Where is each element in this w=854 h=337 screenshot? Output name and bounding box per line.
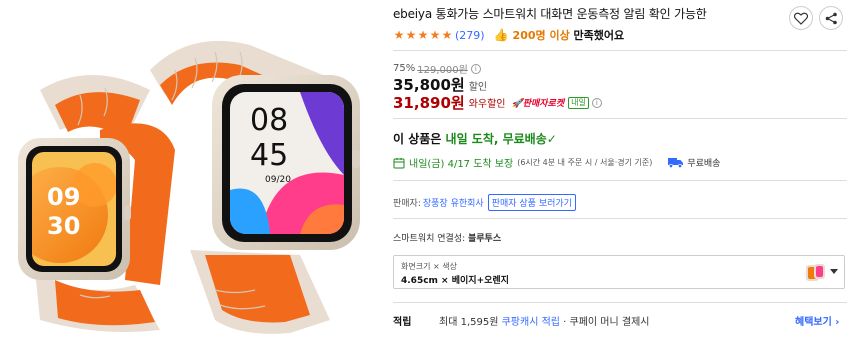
product-title: ebeiya 통화가능 스마트워치 대화면 운동측정 알림 확인 가능한 [393, 5, 707, 22]
star-icon: ★ [405, 28, 417, 42]
right-time-hour: 08 [250, 103, 288, 138]
benefits-more-link[interactable]: 혜택보기 › [795, 313, 839, 328]
shipping-highlight: 내일 도착, 무료배송 [445, 132, 547, 146]
satisfaction-text: 200명 이상 만족했어요 [513, 27, 625, 43]
points-description: 최대 1,595원 쿠팡캐시 적립 · 쿠페이 머니 결제시 [439, 313, 649, 328]
connectivity-label: 스마트워치 연결성: [393, 234, 468, 244]
share-icon [825, 12, 837, 24]
star-icon: ★ [441, 28, 453, 42]
product-name: 통화가능 스마트워치 대화면 운동측정 알림 확인 가능한 [435, 7, 707, 21]
delivery-note: (6시간 4분 내 주문 시 / 서울·경기 기준) [517, 158, 653, 167]
option-value: 4.65cm × 베이지+오렌지 [401, 276, 509, 286]
divider [393, 302, 847, 303]
thumbs-up-icon: 👍 [493, 28, 509, 42]
rating-row: ★ ★ ★ ★ ★ (279) 👍 200명 이상 만족했어요 [393, 27, 625, 43]
wishlist-button[interactable] [789, 6, 813, 30]
wow-price-row: 31,890원 와우할인 🚀판매자로켓 내일 i [393, 92, 602, 113]
review-count-link[interactable]: (279) [455, 29, 485, 42]
left-time-hour: 09 [47, 183, 80, 211]
sale-label: 할인 [468, 82, 488, 93]
wow-price: 31,890원 [393, 94, 465, 112]
star-icon: ★ [429, 28, 441, 42]
rocket-badge-label: 판매자로켓 [522, 99, 565, 109]
free-shipping-label: 무료배송 [687, 159, 721, 169]
points-suffix: · 쿠페이 머니 결제시 [559, 317, 650, 328]
shipping-summary: 이 상품은 내일 도착, 무료배송✓ [393, 130, 557, 147]
option-thumbnail [806, 264, 825, 281]
satisfaction-label: 만족했어요 [573, 29, 625, 42]
star-icon: ★ [417, 28, 429, 42]
info-icon[interactable]: i [470, 63, 481, 74]
truck-icon [668, 158, 684, 168]
shipping-prefix: 이 상품은 [393, 132, 446, 146]
satisfaction-count: 200명 이상 [512, 29, 570, 42]
heart-icon [794, 12, 808, 25]
tomorrow-badge: 내일 [568, 96, 589, 109]
seller-row: 판매자: 장풍장 유한회사 판매자 상품 보러가기 [393, 194, 576, 211]
option-label: 화면크기 × 색상 [401, 262, 457, 271]
seller-products-button[interactable]: 판매자 상품 보러가기 [487, 194, 576, 211]
info-icon[interactable]: i [591, 97, 602, 108]
connectivity-row: 스마트워치 연결성: 블루투스 [393, 231, 501, 244]
star-icon: ★ [393, 28, 405, 42]
wow-label: 와우할인 [468, 99, 506, 110]
seller-rocket-badge: 🚀판매자로켓 [511, 99, 565, 109]
discount-rate: 75% [393, 63, 416, 74]
delivery-date: 내일(금) 4/17 도착 보장 [409, 159, 514, 170]
option-selector[interactable]: 화면크기 × 색상 4.65cm × 베이지+오렌지 [393, 255, 845, 289]
product-image[interactable]: 08 45 09/20 09 30 [0, 0, 382, 337]
right-date: 09/20 [265, 175, 291, 185]
product-info-panel: ebeiya 통화가능 스마트워치 대화면 운동측정 알림 확인 가능한 ★ ★… [393, 0, 854, 337]
caret-down-icon [830, 269, 838, 274]
star-rating[interactable]: ★ ★ ★ ★ ★ [393, 29, 453, 41]
calendar-icon [393, 157, 405, 168]
check-icon: ✓ [546, 132, 557, 146]
points-title: 적립 [393, 317, 412, 328]
divider [393, 218, 847, 219]
left-time-min: 30 [47, 212, 80, 240]
brand-name[interactable]: ebeiya [393, 7, 432, 21]
seller-label: 판매자: [393, 199, 421, 209]
right-time-min: 45 [250, 138, 288, 173]
coupang-cash-link[interactable]: 쿠팡캐시 적립 [502, 317, 560, 328]
divider [393, 180, 847, 181]
divider [393, 50, 847, 51]
smartwatch-illustration: 08 45 09/20 09 30 [18, 40, 360, 334]
seller-name-link[interactable]: 장풍장 유한회사 [423, 196, 484, 209]
share-button[interactable] [819, 6, 843, 30]
divider [393, 118, 847, 119]
connectivity-value: 블루투스 [468, 234, 502, 244]
delivery-row: 내일(금) 4/17 도착 보장 (6시간 4분 내 주문 시 / 서울·경기 … [393, 155, 720, 170]
points-prefix: 최대 1,595원 [439, 317, 502, 328]
